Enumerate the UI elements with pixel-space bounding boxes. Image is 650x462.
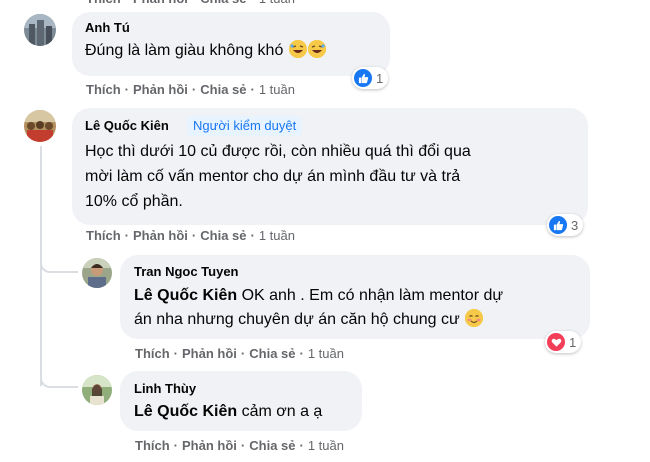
reply-actions: Thích · Phản hồi · Chia sẻ · 1 tuần bbox=[135, 438, 344, 453]
reply-text-line: án nha nhưng chuyên dự án căn hộ chung c… bbox=[134, 307, 484, 332]
comment-body: Đúng là làm giàu không khó bbox=[85, 42, 284, 59]
blushing-emoji-icon bbox=[465, 309, 484, 327]
timestamp[interactable]: 1 tuần bbox=[259, 82, 295, 97]
share-action[interactable]: Chia sẻ bbox=[249, 438, 295, 453]
reply-text-line: Lê Quốc Kiên OK anh . Em có nhận làm men… bbox=[134, 283, 503, 308]
avatar-tran-ngoc-tuyen[interactable] bbox=[82, 258, 112, 288]
reaction-number: 3 bbox=[571, 217, 579, 233]
like-action[interactable]: Thích bbox=[86, 0, 121, 6]
share-action[interactable]: Chia sẻ bbox=[200, 82, 246, 97]
avatar-linh-thuy[interactable] bbox=[82, 375, 112, 405]
reaction-count[interactable]: 3 bbox=[547, 214, 584, 236]
avatar-anh-tu[interactable] bbox=[24, 14, 56, 46]
avatar-le-quoc-kien[interactable] bbox=[24, 110, 56, 142]
timestamp[interactable]: 1 tuần bbox=[308, 346, 344, 361]
mention-link[interactable]: Lê Quốc Kiên bbox=[134, 287, 237, 304]
love-reaction-icon bbox=[547, 333, 565, 351]
share-action[interactable]: Chia sẻ bbox=[200, 0, 246, 6]
timestamp[interactable]: 1 tuần bbox=[259, 0, 295, 6]
reply-action[interactable]: Phản hồi bbox=[133, 82, 188, 97]
comment-author[interactable]: Anh Tú bbox=[85, 20, 130, 35]
reply-action[interactable]: Phản hồi bbox=[182, 346, 237, 361]
timestamp[interactable]: 1 tuần bbox=[259, 228, 295, 243]
reaction-number: 1 bbox=[376, 70, 384, 86]
reply-action[interactable]: Phản hồi bbox=[182, 438, 237, 453]
share-action[interactable]: Chia sẻ bbox=[200, 228, 246, 243]
mention-link[interactable]: Lê Quốc Kiên bbox=[134, 403, 237, 420]
reply-body: cảm ơn a ạ bbox=[237, 403, 323, 420]
comment-text-line: 10% cổ phần. bbox=[85, 193, 183, 210]
like-reaction-icon bbox=[549, 216, 567, 234]
reply-actions: Thích · Phản hồi · Chia sẻ · 1 tuần bbox=[135, 346, 344, 361]
reply-author[interactable]: Tran Ngoc Tuyen bbox=[134, 264, 239, 279]
comment-text: Đúng là làm giàu không khó bbox=[85, 38, 326, 63]
like-action[interactable]: Thích bbox=[135, 346, 170, 361]
like-action[interactable]: Thích bbox=[86, 82, 121, 97]
comment-actions: Thích · Phản hồi · Chia sẻ · 1 tuần bbox=[86, 82, 295, 97]
like-reaction-icon bbox=[354, 69, 372, 87]
laughing-emoji-icon bbox=[307, 40, 326, 58]
comment-actions: Thích · Phản hồi · Chia sẻ · 1 tuần bbox=[86, 228, 295, 243]
laughing-emoji-icon bbox=[288, 40, 307, 58]
reply-body: OK anh . Em có nhận làm mentor dự bbox=[237, 287, 504, 304]
moderator-badge: Người kiểm duyệt bbox=[187, 116, 303, 136]
reaction-number: 1 bbox=[569, 334, 577, 350]
previous-comment-actions: Thích· Phản hồi· Chia sẻ· 1 tuần bbox=[86, 0, 295, 6]
reply-action[interactable]: Phản hồi bbox=[133, 0, 188, 6]
share-action[interactable]: Chia sẻ bbox=[249, 346, 295, 361]
reply-author[interactable]: Linh Thùy bbox=[134, 381, 196, 396]
reply-body: án nha nhưng chuyên dự án căn hộ chung c… bbox=[134, 311, 460, 328]
timestamp[interactable]: 1 tuần bbox=[308, 438, 344, 453]
like-action[interactable]: Thích bbox=[135, 438, 170, 453]
reaction-count[interactable]: 1 bbox=[352, 67, 389, 89]
reply-connector bbox=[40, 255, 78, 273]
reply-text-line: Lê Quốc Kiên cảm ơn a ạ bbox=[134, 399, 322, 424]
reply-connector bbox=[40, 370, 78, 388]
comment-text-line: mời làm cố vấn mentor cho dự án mình đầu… bbox=[85, 168, 461, 185]
comment-author[interactable]: Lê Quốc Kiên bbox=[85, 118, 169, 133]
comment-text-line: Học thì dưới 10 củ được rồi, còn nhiều q… bbox=[85, 143, 471, 160]
reply-action[interactable]: Phản hồi bbox=[133, 228, 188, 243]
reaction-count[interactable]: 1 bbox=[545, 331, 582, 353]
like-action[interactable]: Thích bbox=[86, 228, 121, 243]
